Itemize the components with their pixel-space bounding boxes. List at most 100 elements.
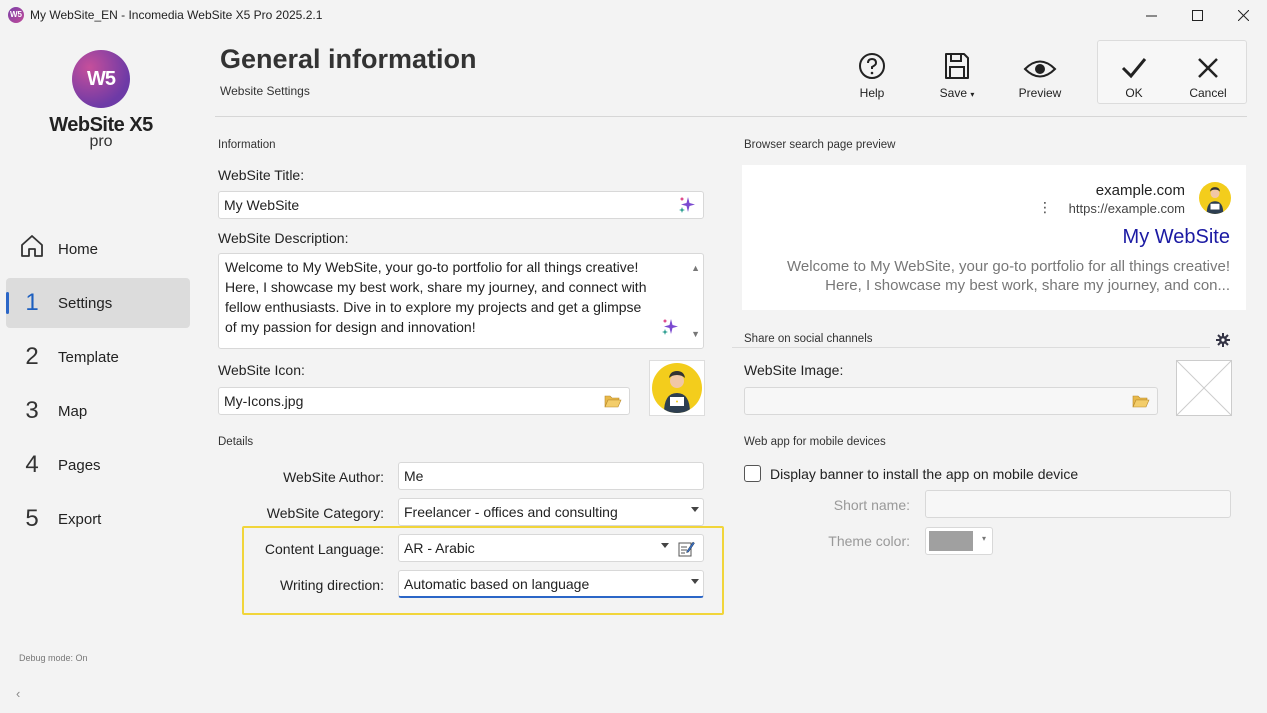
desc-line: fellow enthusiasts. Dive in to explore m… bbox=[225, 299, 642, 315]
maximize-button[interactable] bbox=[1174, 0, 1220, 30]
chevron-down-icon: ▾ bbox=[981, 534, 986, 543]
nav-item-export[interactable]: 5 Export bbox=[6, 494, 190, 544]
website-image-input[interactable] bbox=[744, 387, 1158, 415]
social-divider bbox=[732, 347, 1210, 348]
ai-sparkle-icon[interactable] bbox=[678, 196, 696, 218]
folder-open-icon[interactable] bbox=[604, 394, 622, 412]
page-title: General information bbox=[220, 44, 477, 74]
scroll-up-icon[interactable]: ▲ bbox=[691, 258, 700, 278]
more-options-icon: ⋮ bbox=[1038, 199, 1052, 215]
social-section-label: Share on social channels bbox=[744, 333, 873, 345]
nav-label-export: Export bbox=[58, 510, 102, 528]
preview-button[interactable]: Preview bbox=[1008, 46, 1072, 100]
help-button[interactable]: Help bbox=[840, 46, 904, 100]
website-title-input[interactable]: My WebSite bbox=[218, 191, 704, 219]
home-icon bbox=[6, 233, 58, 266]
cancel-button[interactable]: Cancel bbox=[1176, 46, 1240, 100]
nav-num-settings: 1 bbox=[25, 289, 39, 316]
details-section-label: Details bbox=[218, 436, 254, 448]
eye-icon bbox=[1008, 46, 1072, 80]
logo-mark: W5 bbox=[72, 50, 130, 108]
chevron-down-icon: ▾ bbox=[970, 90, 975, 99]
chevron-left-icon: ‹ bbox=[16, 686, 21, 701]
website-icon-thumbnail[interactable] bbox=[649, 360, 705, 416]
save-icon bbox=[925, 46, 989, 80]
install-banner-label: Display banner to install the app on mob… bbox=[770, 466, 1079, 482]
desc-line: of my passion for design and innovation! bbox=[225, 319, 476, 335]
theme-color-swatch bbox=[929, 531, 973, 551]
author-value: Me bbox=[404, 468, 424, 484]
checkmark-icon bbox=[1102, 46, 1166, 80]
close-icon bbox=[1237, 9, 1249, 21]
dropdown-arrow-icon bbox=[691, 507, 699, 512]
window-title: My WebSite_EN - Incomedia WebSite X5 Pro… bbox=[30, 8, 323, 22]
desc-line: Here, I showcase my best work, share my … bbox=[225, 279, 647, 295]
description-scrollbar[interactable]: ▲ ▼ bbox=[689, 254, 703, 348]
save-button[interactable]: Save ▾ bbox=[925, 46, 989, 100]
theme-color-label: Theme color: bbox=[828, 533, 910, 549]
settings-gear-icon[interactable] bbox=[1216, 333, 1230, 350]
nav-label-settings: Settings bbox=[58, 294, 113, 312]
preview-domain: example.com bbox=[1095, 182, 1185, 199]
preview-title: My WebSite bbox=[1122, 226, 1230, 248]
preview-desc-line: Welcome to My WebSite, your go-to portfo… bbox=[787, 258, 1230, 275]
ai-sparkle-icon[interactable] bbox=[661, 318, 679, 342]
nav-item-settings[interactable]: 1 Settings bbox=[6, 278, 190, 328]
minimize-button[interactable] bbox=[1128, 0, 1174, 30]
author-label: WebSite Author: bbox=[283, 469, 384, 485]
collapse-sidebar-button[interactable]: ‹ bbox=[16, 686, 20, 701]
website-icon-input[interactable]: My-Icons.jpg bbox=[218, 387, 630, 415]
nav-item-home[interactable]: Home bbox=[6, 224, 190, 274]
highlight-box bbox=[242, 526, 724, 615]
theme-color-picker[interactable]: ▾ bbox=[925, 527, 993, 555]
install-banner-checkbox[interactable] bbox=[744, 465, 761, 482]
help-label: Help bbox=[859, 86, 885, 100]
help-icon bbox=[840, 46, 904, 80]
debug-mode-label: Debug mode: On bbox=[19, 653, 88, 663]
folder-open-icon[interactable] bbox=[1132, 394, 1150, 412]
nav-label-map: Map bbox=[58, 402, 88, 420]
ok-label: OK bbox=[1125, 86, 1143, 100]
nav-item-map[interactable]: 3 Map bbox=[6, 386, 190, 436]
cancel-x-icon bbox=[1176, 46, 1240, 80]
browser-preview-section-label: Browser search page preview bbox=[744, 139, 896, 151]
nav-num-pages: 4 bbox=[25, 451, 39, 478]
header-divider bbox=[215, 116, 1247, 117]
scroll-down-icon[interactable]: ▼ bbox=[691, 324, 700, 344]
save-label: Save bbox=[939, 86, 967, 100]
nav-item-template[interactable]: 2 Template bbox=[6, 332, 190, 382]
website-description-textarea[interactable]: Welcome to My WebSite, your go-to portfo… bbox=[218, 253, 704, 349]
preview-description: Welcome to My WebSite, your go-to portfo… bbox=[760, 257, 1230, 295]
nav-num-map: 3 bbox=[25, 397, 39, 424]
desc-line: Welcome to My WebSite, your go-to portfo… bbox=[225, 259, 639, 275]
page-subtitle: Website Settings bbox=[220, 84, 310, 98]
category-value: Freelancer - offices and consulting bbox=[404, 504, 618, 520]
nav-label-pages: Pages bbox=[58, 456, 101, 474]
nav-num-export: 5 bbox=[25, 505, 39, 532]
website-image-placeholder[interactable] bbox=[1176, 360, 1232, 416]
preview-desc-line: Here, I showcase my best work, share my … bbox=[825, 277, 1230, 294]
website-image-label: WebSite Image: bbox=[744, 362, 844, 378]
short-name-label: Short name: bbox=[833, 497, 910, 513]
short-name-input[interactable] bbox=[925, 490, 1231, 518]
ok-button[interactable]: OK bbox=[1102, 46, 1166, 100]
close-window-button[interactable] bbox=[1220, 0, 1266, 30]
nav-num-template: 2 bbox=[25, 343, 39, 370]
author-input[interactable]: Me bbox=[398, 462, 704, 490]
category-label: WebSite Category: bbox=[266, 505, 384, 521]
preview-favicon bbox=[1199, 182, 1231, 214]
search-preview-card: example.com https://example.com ⋮ My Web… bbox=[742, 165, 1246, 310]
webapp-section-label: Web app for mobile devices bbox=[744, 436, 886, 448]
website-title-label: WebSite Title: bbox=[218, 167, 305, 183]
nav-label-home: Home bbox=[58, 240, 99, 258]
category-dropdown[interactable]: Freelancer - offices and consulting bbox=[398, 498, 704, 526]
preview-url: https://example.com bbox=[1068, 201, 1185, 216]
website-icon-label: WebSite Icon: bbox=[218, 362, 305, 378]
avatar bbox=[1199, 182, 1231, 214]
title-bar: W5 My WebSite_EN - Incomedia WebSite X5 … bbox=[0, 0, 1267, 30]
information-section-label: Information bbox=[218, 139, 276, 151]
minimize-icon bbox=[1145, 15, 1157, 16]
logo-edition: pro bbox=[89, 133, 113, 150]
nav-item-pages[interactable]: 4 Pages bbox=[6, 440, 190, 490]
cancel-label: Cancel bbox=[1189, 86, 1227, 100]
